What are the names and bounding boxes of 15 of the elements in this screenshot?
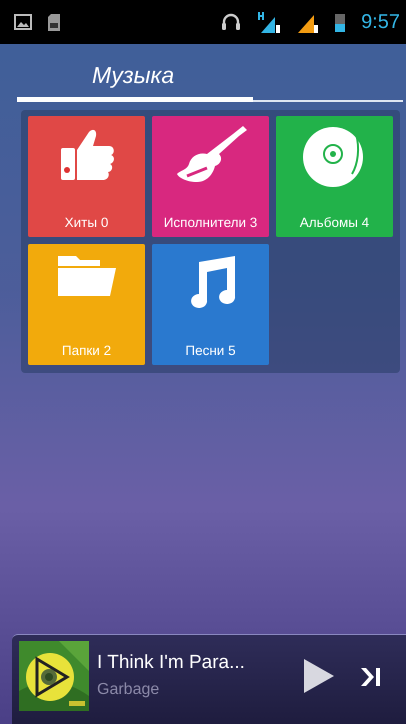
- battery-icon: [335, 12, 346, 32]
- image-icon: [14, 14, 32, 30]
- artist-name: Garbage: [97, 680, 160, 700]
- tab-title[interactable]: Музыка: [0, 44, 174, 92]
- signal-icon: [257, 11, 282, 33]
- category-tile[interactable]: Исполнители 3: [152, 116, 269, 237]
- next-button[interactable]: [360, 665, 382, 689]
- clock: 9:57: [361, 10, 400, 35]
- sd-card-icon: [48, 14, 60, 30]
- category-tile[interactable]: Альбомы 4: [276, 116, 393, 237]
- category-tile[interactable]: Песни 5: [152, 244, 269, 365]
- song-title: I Think I'm Para...: [97, 651, 246, 675]
- category-tile[interactable]: Хиты 0: [28, 116, 145, 237]
- play-button[interactable]: [302, 657, 336, 695]
- headset-icon: [221, 12, 242, 32]
